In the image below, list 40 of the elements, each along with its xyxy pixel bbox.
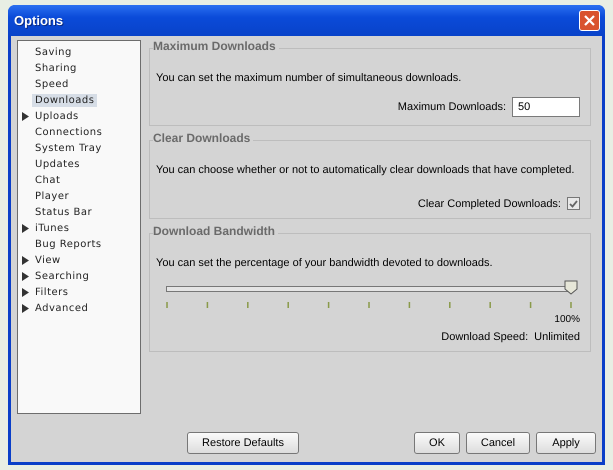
group-title: Download Bandwidth [153,224,278,238]
sidebar-item[interactable]: System Tray [32,142,105,154]
close-button[interactable] [579,10,600,31]
sidebar-item[interactable]: Bug Reports [32,238,105,250]
sidebar-item[interactable]: Speed [32,78,72,90]
sidebar-item[interactable]: Chat [32,174,64,186]
sidebar-item[interactable]: Advanced [32,302,92,314]
sidebar-item[interactable]: Searching [32,270,92,282]
field-label: Maximum Downloads: [398,101,506,113]
sidebar-item[interactable]: Status Bar [32,206,96,218]
sidebar-item[interactable]: Sharing [32,62,80,74]
dialog-button[interactable]: Apply [536,432,596,454]
group-title: Clear Downloads [153,131,254,145]
expand-arrow-icon[interactable] [22,112,29,120]
sidebar-item[interactable]: Player [32,190,72,202]
checkbox-label: Clear Completed Downloads: [418,198,561,210]
sidebar-item[interactable]: Uploads [32,110,82,122]
window-title: Options [14,13,64,28]
expand-arrow-icon[interactable] [22,224,29,232]
sidebar-item[interactable]: Filters [32,286,72,298]
speed-value: Unlimited [534,331,580,343]
group-title: Maximum Downloads [153,39,279,53]
sidebar-item[interactable]: Downloads [32,94,98,106]
slider-reading: 100% [554,314,580,325]
dialog-button[interactable]: Cancel [466,432,530,454]
sidebar-item[interactable]: iTunes [32,222,72,234]
sidebar-item[interactable]: Saving [32,46,75,58]
slider-thumb[interactable] [564,280,578,295]
group-description: You can choose whether or not to automatically clear downloads that have completed. [156,163,576,177]
sidebar-item[interactable]: Updates [32,158,83,170]
close-icon [584,15,595,26]
group-description: You can set the maximum number of simultaneous downloads. [156,71,462,85]
group-description: You can set the percentage of your bandwidth devoted to downloads. [156,256,494,270]
input-field[interactable]: 50 [512,97,580,117]
checkbox[interactable] [567,197,580,210]
sidebar-item[interactable]: Connections [32,126,106,138]
speed-label: Download Speed: [441,331,528,343]
restore-defaults-button[interactable]: Restore Defaults [187,432,299,454]
sidebar-item[interactable]: View [32,254,64,266]
dialog-button[interactable]: OK [414,432,460,454]
